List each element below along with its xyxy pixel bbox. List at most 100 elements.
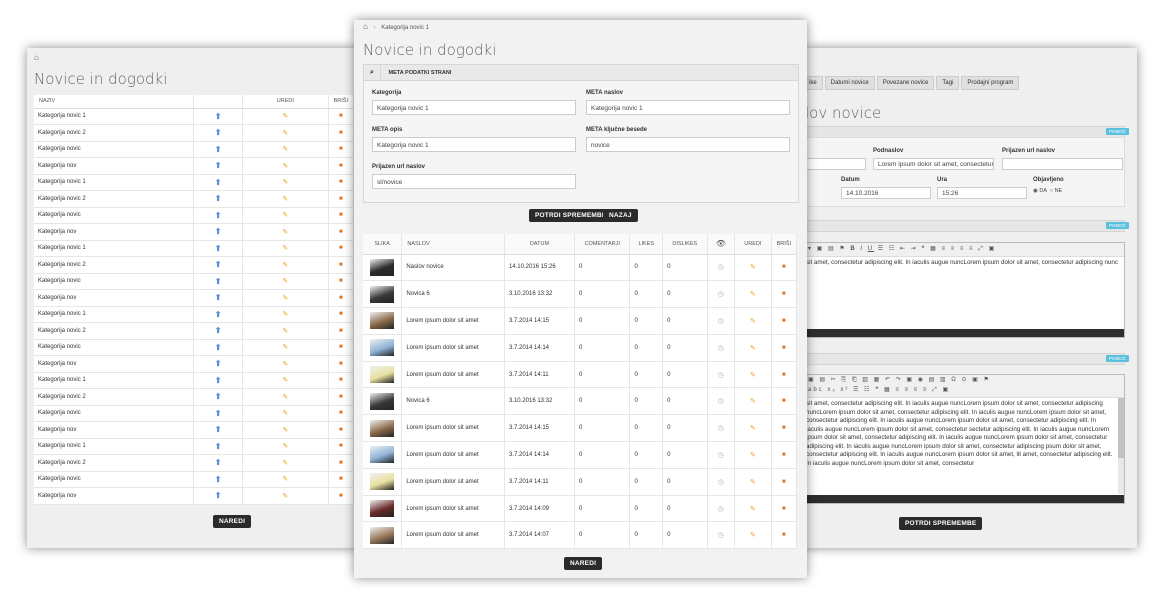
table-row[interactable]: Kategorija nov ⬆ ✎ ■	[34, 355, 355, 373]
move-up-icon[interactable]: ⬆	[193, 256, 244, 274]
edit-icon[interactable]: ✎	[734, 254, 772, 282]
meta-opis-input[interactable]: Kategorija novic 1	[372, 137, 576, 152]
edit-icon[interactable]: ✎	[242, 306, 329, 323]
editor-2-content[interactable]: sit amet, consectetur adipiscing elit. I…	[804, 398, 1124, 494]
delete-icon[interactable]: ■	[328, 339, 355, 356]
help-button-2[interactable]: POMOČ	[1106, 222, 1130, 229]
edit-icon[interactable]: ✎	[242, 174, 329, 191]
thumbnail-image[interactable]	[370, 419, 395, 437]
edit-icon[interactable]: ✎	[734, 441, 772, 469]
home-icon[interactable]: ⌂	[34, 53, 39, 62]
move-up-icon[interactable]: ⬆	[193, 339, 244, 356]
edit-icon[interactable]: ✎	[242, 190, 329, 208]
table-row[interactable]: Lorem ipsum dolor sit amet 3.7.2014 14:07…	[363, 521, 798, 550]
delete-icon[interactable]: ■	[771, 254, 798, 282]
delete-icon[interactable]: ■	[328, 372, 355, 389]
bold-icon[interactable]: B	[850, 246, 856, 252]
table-row[interactable]: Kategorija nov ⬆ ✎ ■	[34, 223, 355, 241]
delete-icon[interactable]: ■	[771, 521, 798, 550]
move-up-icon[interactable]: ⬆	[193, 174, 244, 191]
delete-icon[interactable]: ■	[328, 124, 355, 142]
table-row[interactable]: Kategorija novic 1 ⬆ ✎ ■	[34, 306, 355, 323]
edit-icon[interactable]: ✎	[242, 405, 329, 422]
delete-icon[interactable]: ■	[771, 495, 798, 523]
delete-icon[interactable]: ■	[328, 157, 355, 175]
table-row[interactable]: Kategorija novic ⬆ ✎ ■	[34, 207, 355, 224]
edit-icon[interactable]: ✎	[242, 240, 329, 257]
visibility-toggle-icon[interactable]: ◷	[707, 361, 736, 389]
thumbnail-image[interactable]	[370, 258, 395, 276]
thumbnail-image[interactable]	[370, 473, 395, 491]
table-row[interactable]: Kategorija novic 1 ⬆ ✎ ■	[34, 372, 355, 389]
table-row[interactable]: Kategorija novic 2 ⬆ ✎ ■	[34, 454, 355, 472]
home-icon[interactable]: ⌂	[363, 22, 368, 31]
thumbnail-image[interactable]	[370, 366, 395, 384]
thumbnail-image[interactable]	[370, 526, 395, 544]
table-row[interactable]: Kategorija nov ⬆ ✎ ■	[34, 487, 355, 505]
delete-icon[interactable]: ■	[771, 387, 798, 416]
table-row[interactable]: Kategorija novic 1 ⬆ ✎ ■	[34, 108, 355, 125]
move-up-icon[interactable]: ⬆	[193, 223, 244, 241]
delete-icon[interactable]: ■	[328, 306, 355, 323]
visibility-toggle-icon[interactable]: ◷	[707, 334, 736, 362]
table-row[interactable]: Kategorija novic ⬆ ✎ ■	[34, 405, 355, 422]
edit-icon[interactable]: ✎	[242, 289, 329, 307]
move-up-icon[interactable]: ⬆	[193, 355, 244, 373]
strike-icon[interactable]: abc	[808, 387, 824, 393]
radio-ne-icon[interactable]: ○	[1050, 188, 1053, 194]
edit-icon[interactable]: ✎	[242, 273, 329, 290]
move-up-icon[interactable]: ⬆	[193, 322, 244, 340]
delete-icon[interactable]: ■	[328, 421, 355, 439]
move-up-icon[interactable]: ⬆	[193, 157, 244, 175]
move-up-icon[interactable]: ⬆	[193, 240, 244, 257]
kategorija-input[interactable]: Kategorija novic 1	[372, 100, 576, 115]
delete-icon[interactable]: ■	[328, 438, 355, 455]
help-button-3[interactable]: POMOČ	[1106, 355, 1130, 362]
visibility-toggle-icon[interactable]: ◷	[707, 307, 736, 335]
edit-icon[interactable]: ✎	[242, 421, 329, 439]
visibility-toggle-icon[interactable]: ◷	[707, 495, 736, 523]
table-row[interactable]: Kategorija novic ⬆ ✎ ■	[34, 273, 355, 290]
move-up-icon[interactable]: ⬆	[193, 141, 244, 158]
edit-icon[interactable]: ✎	[242, 388, 329, 406]
delete-icon[interactable]: ■	[771, 414, 798, 443]
visibility-toggle-icon[interactable]: ◷	[707, 387, 736, 416]
edit-icon[interactable]: ✎	[734, 387, 772, 416]
edit-icon[interactable]: ✎	[734, 361, 772, 389]
delete-icon[interactable]: ■	[771, 334, 798, 362]
edit-icon[interactable]: ✎	[242, 438, 329, 455]
table-row[interactable]: Kategorija novic 2 ⬆ ✎ ■	[34, 190, 355, 208]
potrdi-spremembe-button[interactable]: POTRDI SPREMEMBE	[529, 209, 613, 222]
col-naslov[interactable]: NASLOV	[401, 234, 505, 255]
edit-icon[interactable]: ✎	[242, 471, 329, 488]
table-row[interactable]: Lorem ipsum dolor sit amet 3.7.2014 14:11…	[363, 361, 798, 389]
move-up-icon[interactable]: ⬆	[193, 388, 244, 406]
edit-icon[interactable]: ✎	[242, 141, 329, 158]
podnaslov-input[interactable]: Lorem ipsum dolor sit amet, consectetur …	[873, 158, 994, 170]
editor-1-content[interactable]: sit amet, consectetur adipiscing elit. I…	[804, 257, 1124, 321]
table-row[interactable]: Kategorija novic 1 ⬆ ✎ ■	[34, 240, 355, 257]
move-up-icon[interactable]: ⬆	[193, 454, 244, 472]
tab-prodajni[interactable]: Prodajni program	[961, 76, 1020, 90]
edit-icon[interactable]: ✎	[242, 487, 329, 505]
visibility-toggle-icon[interactable]: ◷	[707, 468, 736, 496]
edit-icon[interactable]: ✎	[242, 339, 329, 356]
col-comentarji[interactable]: COMENTARJI	[574, 234, 631, 255]
edit-icon[interactable]: ✎	[242, 207, 329, 224]
delete-icon[interactable]: ■	[328, 108, 355, 125]
datum-input[interactable]: 14.10.2016	[841, 187, 931, 199]
move-up-icon[interactable]: ⬆	[193, 190, 244, 208]
url-input[interactable]: sl/novice	[372, 174, 576, 189]
delete-icon[interactable]: ■	[328, 487, 355, 505]
naredi-button[interactable]: NAREDI	[213, 515, 252, 528]
move-up-icon[interactable]: ⬆	[193, 438, 244, 455]
table-row[interactable]: Kategorija novic 1 ⬆ ✎ ■	[34, 438, 355, 455]
delete-icon[interactable]: ■	[328, 190, 355, 208]
help-button-1[interactable]: POMOČ	[1106, 128, 1130, 135]
editor-2-scrollbar[interactable]	[1118, 398, 1124, 494]
url-input[interactable]	[1002, 158, 1123, 170]
delete-icon[interactable]: ■	[328, 207, 355, 224]
delete-icon[interactable]: ■	[328, 355, 355, 373]
edit-icon[interactable]: ✎	[734, 521, 772, 550]
delete-icon[interactable]: ■	[771, 441, 798, 469]
